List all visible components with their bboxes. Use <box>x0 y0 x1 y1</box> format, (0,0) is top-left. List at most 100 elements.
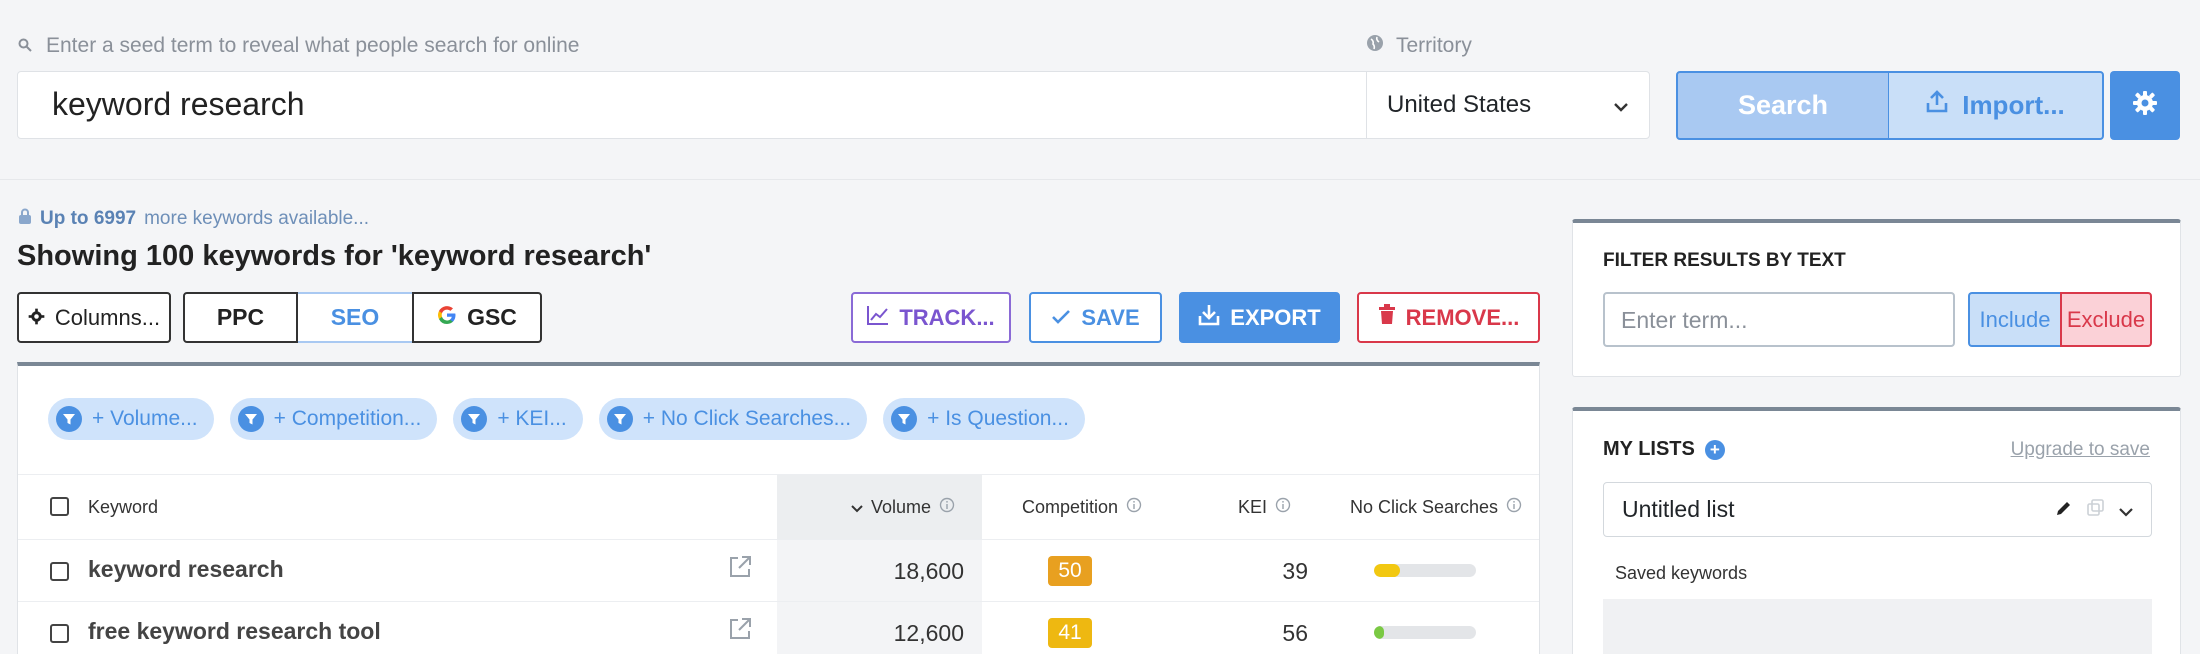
save-label: SAVE <box>1081 304 1140 330</box>
funnel-icon <box>891 406 918 432</box>
keywords-table-panel: + Volume... + Competition... + KEI... + … <box>17 362 1540 654</box>
funnel-icon <box>461 406 488 432</box>
seed-hint: Enter a seed term to reveal what people … <box>18 34 579 58</box>
column-keyword[interactable]: Keyword <box>88 475 158 539</box>
globe-icon <box>1366 34 1384 58</box>
column-no-click-label: No Click Searches <box>1350 496 1499 517</box>
more-count: Up to 6997 <box>40 208 137 229</box>
filter-chips: + Volume... + Competition... + KEI... + … <box>48 398 1085 440</box>
sort-down-icon <box>851 497 863 518</box>
tab-ppc[interactable]: PPC <box>183 292 298 343</box>
search-bar-region: Enter a seed term to reveal what people … <box>0 0 2200 180</box>
export-button[interactable]: EXPORT <box>1179 292 1340 343</box>
no-click-bar <box>1374 626 1476 639</box>
filter-term-input[interactable]: Enter term... <box>1603 292 1955 347</box>
row-checkbox[interactable] <box>50 562 69 581</box>
territory-hint: Territory <box>1366 34 1472 58</box>
volume-cell: 18,600 <box>893 558 964 584</box>
territory-label: Territory <box>1396 34 1472 57</box>
page-title: Showing 100 keywords for 'keyword resear… <box>17 240 652 272</box>
settings-button[interactable] <box>2110 71 2180 140</box>
track-label: TRACK... <box>899 304 995 330</box>
chevron-down-icon <box>1613 91 1629 119</box>
seed-hint-text: Enter a seed term to reveal what people … <box>46 34 580 57</box>
filter-chip-label: + No Click Searches... <box>642 407 852 430</box>
import-button-label: Import... <box>1962 90 2065 120</box>
more-keywords-notice: Up to 6997 more keywords available... <box>18 208 369 230</box>
column-competition-label: Competition <box>1022 496 1119 517</box>
upgrade-link[interactable]: Upgrade to save <box>2011 439 2150 461</box>
tab-gsc-label: GSC <box>467 304 517 330</box>
copy-icon[interactable] <box>2087 496 2105 523</box>
google-icon <box>437 304 457 331</box>
filter-chip-volume[interactable]: + Volume... <box>48 398 214 440</box>
tab-seo[interactable]: SEO <box>298 292 412 343</box>
gear-icon <box>2132 90 2158 121</box>
trash-icon <box>1378 304 1396 331</box>
kei-cell: 39 <box>1282 558 1308 584</box>
table-header: Keyword Volume Competition KEI No Click … <box>18 474 1539 540</box>
search-icon <box>18 34 32 58</box>
external-link-icon[interactable] <box>728 555 752 584</box>
filter-chip-competition[interactable]: + Competition... <box>229 398 438 440</box>
no-click-bar-fill <box>1374 564 1400 577</box>
search-button-label: Search <box>1737 90 1829 120</box>
tab-gsc[interactable]: GSC <box>412 292 542 343</box>
info-icon <box>1126 497 1142 518</box>
track-button[interactable]: TRACK... <box>851 292 1011 343</box>
search-button[interactable]: Search <box>1676 71 1890 140</box>
tab-seo-label: SEO <box>330 304 380 330</box>
remove-button[interactable]: REMOVE... <box>1357 292 1540 343</box>
metric-mode-switch: PPC SEO GSC <box>183 292 542 343</box>
lock-icon <box>18 208 32 230</box>
funnel-icon <box>56 406 82 432</box>
filter-by-text-panel: FILTER RESULTS BY TEXT Enter term... Inc… <box>1572 219 2181 377</box>
column-competition[interactable]: Competition <box>1022 475 1142 539</box>
columns-label: Columns... <box>54 304 161 330</box>
table-row[interactable]: keyword research 18,600 50 39 <box>18 540 1539 602</box>
column-no-click-searches[interactable]: No Click Searches <box>1350 475 1522 539</box>
filter-chip-is-question[interactable]: + Is Question... <box>883 398 1085 440</box>
no-click-bar-fill <box>1374 626 1385 639</box>
save-button[interactable]: SAVE <box>1029 292 1162 343</box>
no-click-bar <box>1374 564 1476 577</box>
include-button[interactable]: Include <box>1968 292 2060 347</box>
info-icon <box>1506 497 1522 518</box>
columns-button[interactable]: Columns... <box>17 292 171 343</box>
saved-keywords-label: Saved keywords <box>1615 563 1748 583</box>
info-icon <box>939 497 955 518</box>
chart-line-icon <box>867 305 889 331</box>
table-row[interactable]: free keyword research tool 12,600 41 56 <box>18 602 1539 654</box>
external-link-icon[interactable] <box>728 617 752 646</box>
my-lists-panel: MY LISTS + Upgrade to save Untitled list… <box>1572 407 2181 654</box>
chevron-down-icon[interactable] <box>2119 496 2133 523</box>
funnel-icon <box>237 406 264 432</box>
keyword-cell: free keyword research tool <box>88 618 381 644</box>
gear-icon <box>28 305 45 331</box>
row-checkbox[interactable] <box>50 624 69 643</box>
competition-badge: 41 <box>1048 618 1092 648</box>
filter-chip-label: + KEI... <box>497 407 567 430</box>
exclude-button[interactable]: Exclude <box>2060 292 2152 347</box>
info-icon <box>1275 497 1291 518</box>
list-select[interactable]: Untitled list <box>1603 482 2152 537</box>
list-name: Untitled list <box>1622 496 1735 522</box>
my-lists-title-text: MY LISTS <box>1603 438 1695 460</box>
search-input[interactable]: keyword research <box>17 71 1367 139</box>
import-button[interactable]: Import... <box>1888 71 2104 140</box>
column-volume-label: Volume <box>871 496 932 517</box>
keyword-cell: keyword research <box>88 556 284 582</box>
column-kei[interactable]: KEI <box>1238 475 1291 539</box>
territory-select[interactable]: United States <box>1366 71 1650 139</box>
remove-label: REMOVE... <box>1405 304 1520 330</box>
filter-chip-no-click[interactable]: + No Click Searches... <box>598 398 868 440</box>
filter-chip-kei[interactable]: + KEI... <box>453 398 583 440</box>
add-list-icon[interactable]: + <box>1704 439 1725 460</box>
filter-chip-label: + Volume... <box>92 407 198 430</box>
select-all-checkbox[interactable] <box>50 497 69 516</box>
my-lists-title: MY LISTS + <box>1603 438 1725 461</box>
more-text: more keywords available... <box>144 208 370 229</box>
filter-chip-label: + Competition... <box>273 407 422 430</box>
column-volume[interactable]: Volume <box>851 475 955 539</box>
pencil-icon[interactable] <box>2055 496 2073 523</box>
